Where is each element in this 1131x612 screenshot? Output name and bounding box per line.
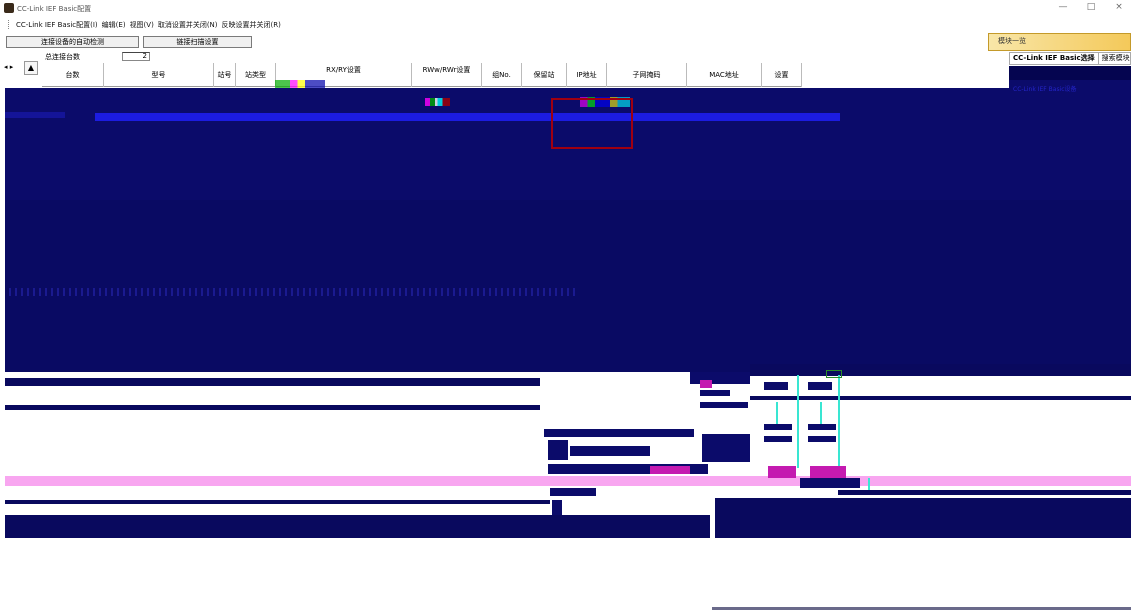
render-artifact xyxy=(700,380,712,388)
minimize-button[interactable]: — xyxy=(1057,2,1069,12)
column-header-count[interactable]: 台数 xyxy=(42,63,104,87)
table-header: 台数 型号 站号 站类型 RX/RY设置 RWw/RWr设置 组No. 保留站 … xyxy=(42,63,802,87)
connection-line xyxy=(820,402,822,424)
render-artifact xyxy=(544,429,694,437)
render-artifact xyxy=(768,466,796,478)
scroll-up-button[interactable]: ▲ xyxy=(24,61,38,75)
render-artifact xyxy=(702,434,750,462)
summary-row: 总连接台数 2 xyxy=(0,50,800,63)
render-artifact xyxy=(808,436,836,442)
row-highlight-left xyxy=(5,112,65,118)
render-artifact xyxy=(700,402,748,408)
column-header-settings[interactable]: 设置 xyxy=(762,63,802,87)
module-list-tree: CC-Link IEF Basic设备 xyxy=(1009,80,1131,180)
column-header-group-no[interactable]: 组No. xyxy=(482,63,522,87)
title-bar: CC-Link IEF Basic配置 — □ × xyxy=(0,0,1131,17)
menu-item-cancel-close[interactable]: 取消设置并关闭(N) xyxy=(158,20,218,30)
link-scan-settings-button[interactable]: 链接扫描设置 xyxy=(143,36,252,48)
total-connected-value: 2 xyxy=(122,52,150,61)
menu-grip xyxy=(8,20,10,29)
auto-detect-button[interactable]: 连接设备的自动检测 xyxy=(6,36,139,48)
column-header-subnet[interactable]: 子网掩码 xyxy=(607,63,687,87)
column-header-model[interactable]: 型号 xyxy=(104,63,214,87)
menu-item-cclink[interactable]: CC-Link IEF Basic配置(I) xyxy=(16,20,98,30)
render-artifact xyxy=(810,466,846,478)
toolbar: 连接设备的自动检测 链接扫描设置 xyxy=(0,33,988,49)
column-header-rwwrwr[interactable]: RWw/RWr设置 xyxy=(412,63,482,87)
render-artifact xyxy=(5,476,1131,486)
tab-cclink-select[interactable]: CC-Link IEF Basic选择 xyxy=(1010,53,1099,64)
app-window: CC-Link IEF Basic配置 — □ × CC-Link IEF Ba… xyxy=(0,0,1131,612)
scroll-left-right-icon[interactable]: ◂ ▸ xyxy=(4,63,22,73)
maximize-button[interactable]: □ xyxy=(1085,2,1097,12)
render-artifact xyxy=(548,440,568,460)
menu-bar: CC-Link IEF Basic配置(I) 编辑(E) 视图(V) 取消设置并… xyxy=(0,17,1131,32)
menu-item-view[interactable]: 视图(V) xyxy=(130,20,154,30)
render-artifact xyxy=(690,372,750,384)
column-header-ip[interactable]: IP地址 xyxy=(567,63,607,87)
menu-item-edit[interactable]: 编辑(E) xyxy=(102,20,126,30)
render-artifact xyxy=(570,446,650,456)
close-button[interactable]: × xyxy=(1113,2,1125,12)
module-list-toolbar[interactable] xyxy=(1009,66,1131,80)
column-header-mac[interactable]: MAC地址 xyxy=(687,63,762,87)
window-title: CC-Link IEF Basic配置 xyxy=(17,5,92,13)
render-artifact xyxy=(808,424,836,430)
module-list-tabs: CC-Link IEF Basic选择 搜索模块 ( xyxy=(1009,52,1131,65)
render-artifact xyxy=(5,405,540,410)
window-controls: — □ × xyxy=(1057,2,1125,12)
column-header-station-no[interactable]: 站号 xyxy=(214,63,236,87)
splitter-bar[interactable] xyxy=(5,288,575,296)
tab-search-module[interactable]: 搜索模块 xyxy=(1099,53,1131,64)
render-artifact xyxy=(826,370,842,378)
render-artifact xyxy=(5,515,710,538)
connection-line-frame xyxy=(797,375,840,468)
selection-outline xyxy=(551,99,633,149)
render-artifact xyxy=(764,382,788,390)
render-artifact xyxy=(800,478,860,488)
total-connected-label: 总连接台数 xyxy=(45,53,80,61)
menu-item-apply-close[interactable]: 反映设置并关闭(R) xyxy=(222,20,281,30)
render-artifact xyxy=(764,424,792,430)
module-list-title: 模块一览 xyxy=(998,37,1026,45)
render-artifact xyxy=(650,466,690,474)
render-artifact xyxy=(275,80,325,88)
status-scrollbar[interactable] xyxy=(712,607,1131,610)
render-artifact xyxy=(5,500,550,504)
column-header-station-type[interactable]: 站类型 xyxy=(236,63,276,87)
table-row-selected[interactable] xyxy=(95,113,840,121)
connection-line xyxy=(776,402,778,424)
render-artifact xyxy=(5,378,540,386)
render-artifact xyxy=(425,98,450,106)
render-artifact xyxy=(838,490,1131,495)
render-artifact xyxy=(715,498,1131,538)
column-header-reserved[interactable]: 保留站 xyxy=(522,63,567,87)
app-icon xyxy=(4,3,14,13)
network-diagram-area xyxy=(5,200,1131,372)
connection-line xyxy=(868,478,870,490)
render-artifact xyxy=(764,436,792,442)
render-artifact xyxy=(550,488,596,496)
tree-item-cclink[interactable]: CC-Link IEF Basic设备 xyxy=(1013,84,1077,93)
render-artifact xyxy=(700,390,730,396)
